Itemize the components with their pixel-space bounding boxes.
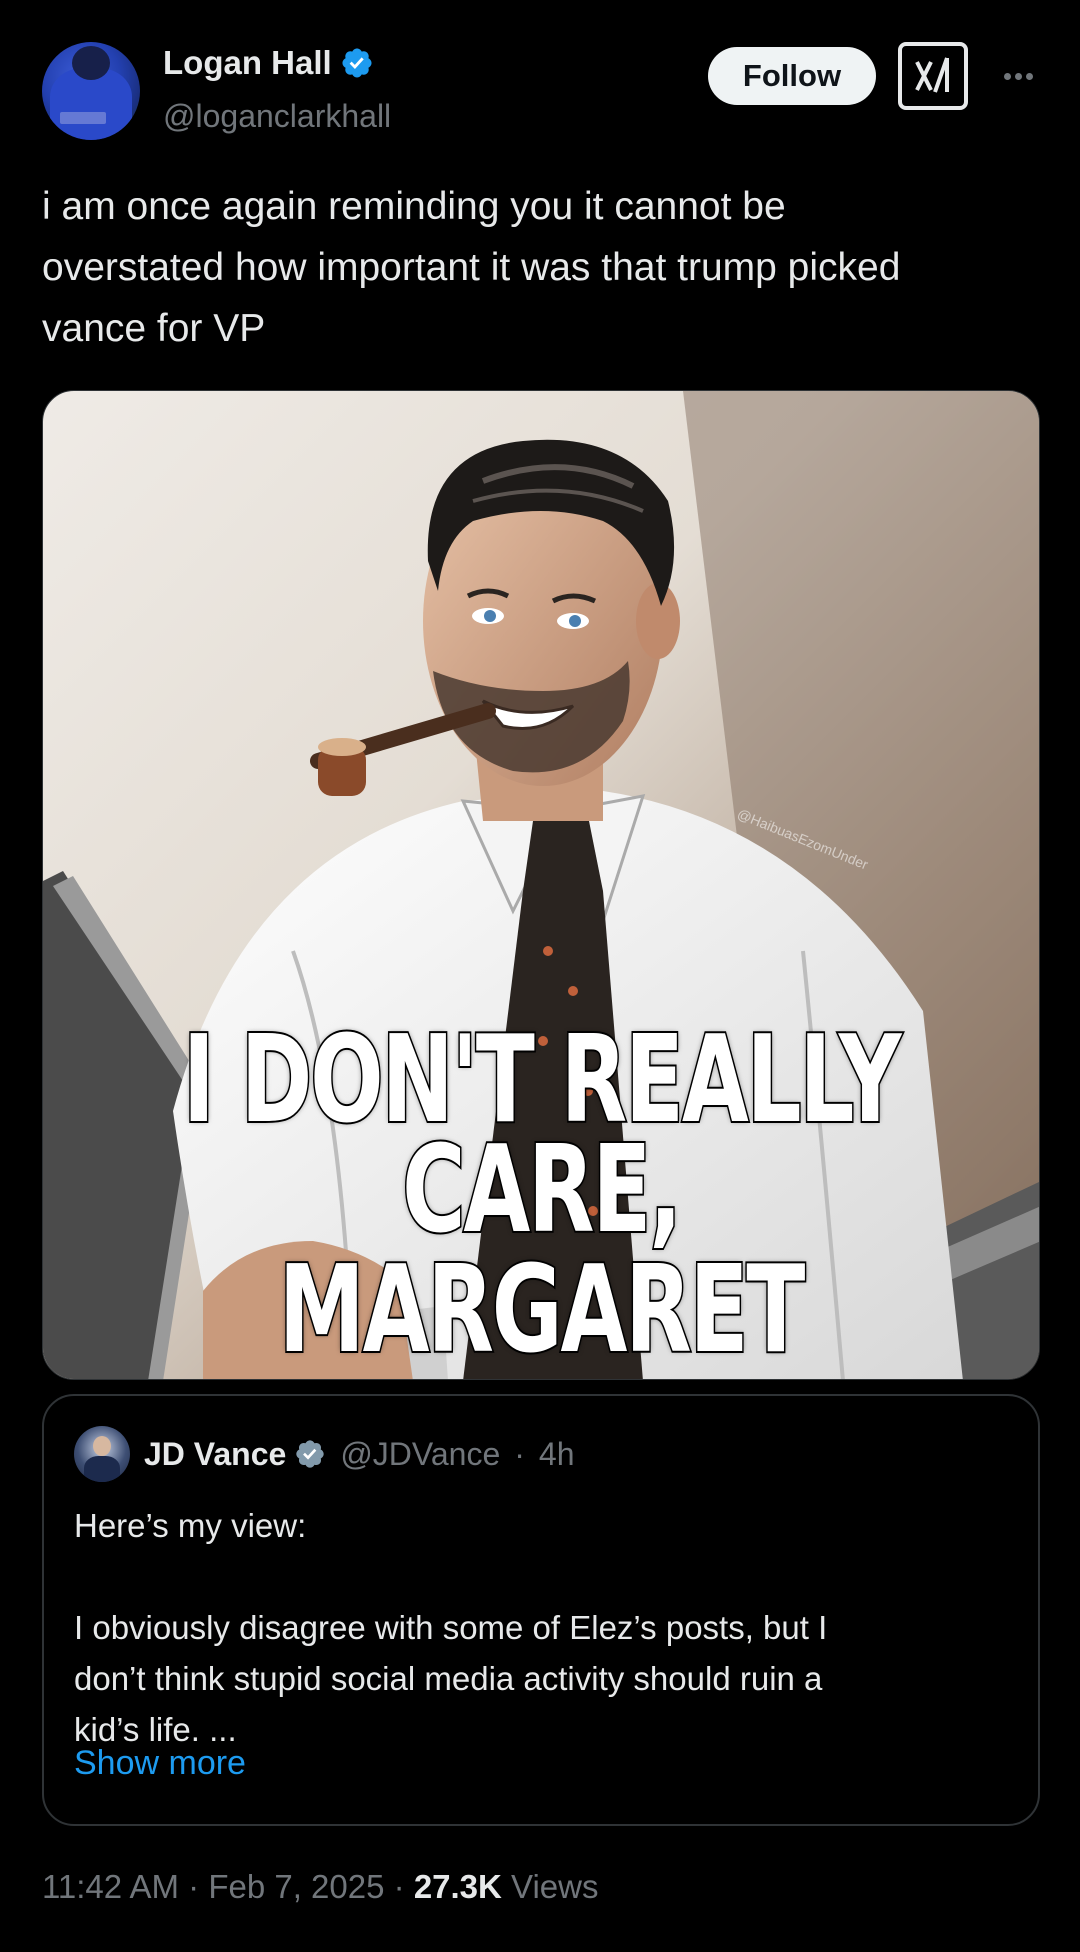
grok-button[interactable] xyxy=(898,42,968,110)
quoted-author-avatar[interactable] xyxy=(74,1426,130,1482)
avatar-jacket-tag xyxy=(60,112,106,124)
tweet-meta-row: 11:42 AM · Feb 7, 2025 · 27.3K Views xyxy=(42,1868,598,1906)
grok-icon xyxy=(915,57,949,93)
quoted-author-name[interactable]: JD Vance xyxy=(144,1426,286,1482)
views-label[interactable]: Views xyxy=(511,1868,598,1905)
tweet-media-image[interactable]: @HaibuasEzomUnder I DON'T REALLY CARE, M… xyxy=(42,390,1040,1380)
views-count[interactable]: 27.3K xyxy=(414,1868,502,1905)
separator-dot: · xyxy=(188,1868,200,1905)
quoted-tweet-card[interactable]: JD Vance @JDVance · 4h Here’s my view: I… xyxy=(42,1394,1040,1826)
meme-caption-line-2: CARE, MARGARET xyxy=(277,1121,806,1380)
quoted-author-handle[interactable]: @JDVance xyxy=(340,1426,500,1482)
more-options-button[interactable] xyxy=(996,56,1040,96)
tweet-time[interactable]: 11:42 AM xyxy=(42,1868,179,1905)
tweet-date[interactable]: Feb 7, 2025 xyxy=(208,1868,384,1905)
more-dots-icon xyxy=(1014,72,1022,80)
separator-dot: · xyxy=(514,1436,525,1472)
avatar-head-shape xyxy=(72,46,110,80)
author-name-row[interactable]: Logan Hall xyxy=(163,44,374,82)
author-handle[interactable]: @loganclarkhall xyxy=(163,98,391,135)
more-dots-icon xyxy=(1025,72,1033,80)
avatar-face-shape xyxy=(93,1436,111,1456)
separator-dot: · xyxy=(393,1868,405,1905)
tweet-text: i am once again reminding you it cannot … xyxy=(42,185,901,350)
quoted-tweet-header: JD Vance @JDVance · 4h xyxy=(144,1426,575,1482)
more-dots-icon xyxy=(1003,72,1011,80)
avatar-suit-shape xyxy=(84,1456,120,1482)
author-display-name[interactable]: Logan Hall xyxy=(163,44,332,82)
author-avatar[interactable] xyxy=(42,42,140,140)
quoted-tweet-text: Here’s my view: I obviously disagree wit… xyxy=(74,1507,828,1748)
verified-badge-icon xyxy=(342,48,372,78)
verified-badge-icon xyxy=(296,1440,324,1468)
follow-button[interactable]: Follow xyxy=(708,47,876,105)
quoted-tweet-time[interactable]: 4h xyxy=(539,1426,575,1482)
show-more-link[interactable]: Show more xyxy=(74,1744,246,1783)
